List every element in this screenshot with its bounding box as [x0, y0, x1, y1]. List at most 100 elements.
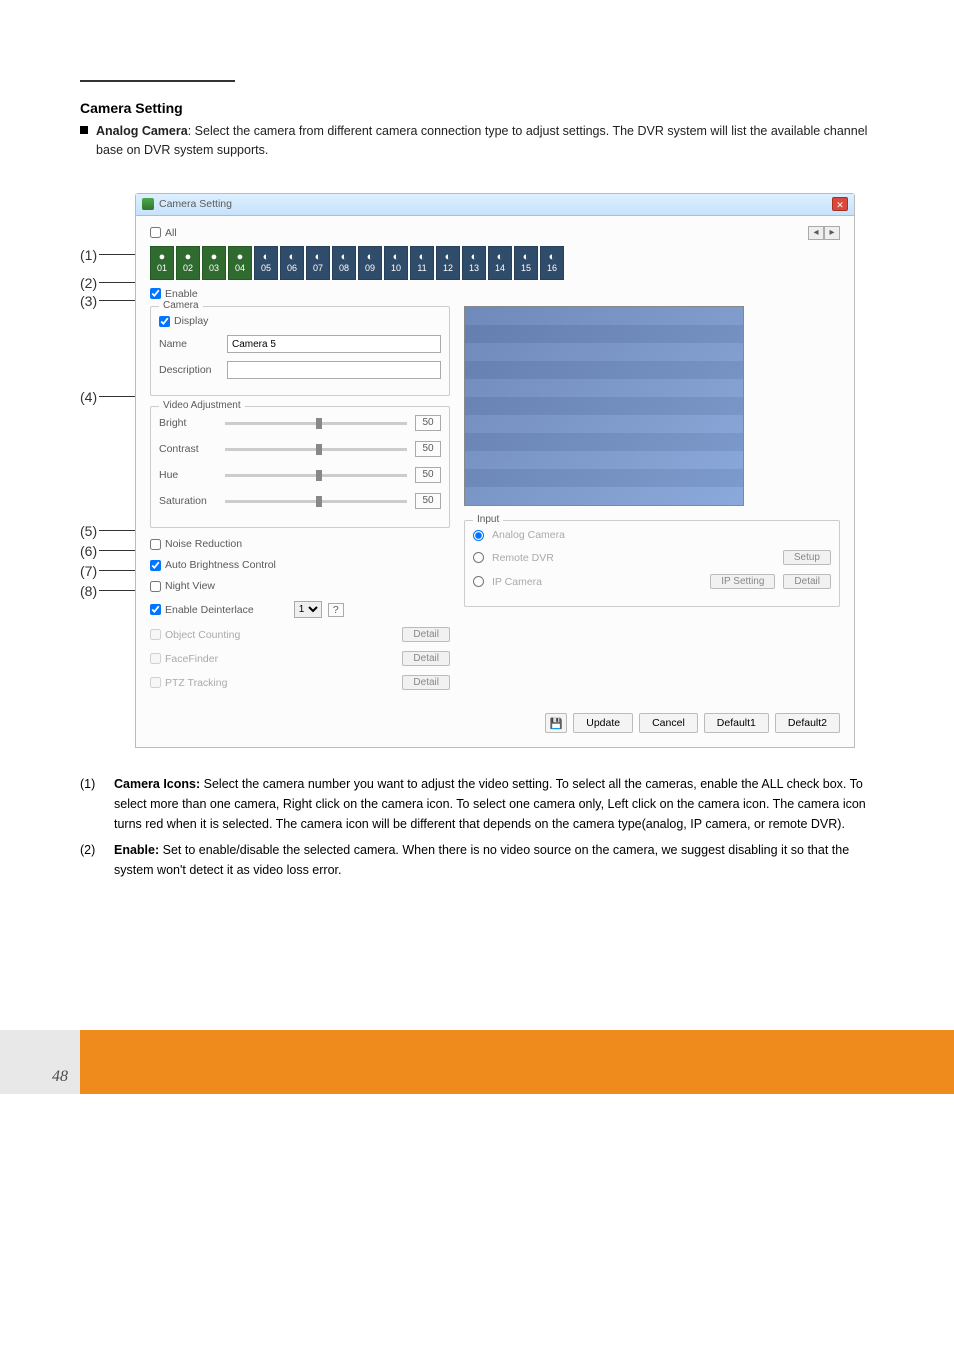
auto-brightness-checkbox[interactable]: Auto Brightness Control [150, 559, 276, 571]
facefinder-label: FaceFinder [165, 653, 218, 665]
camera-icon-04[interactable]: ●04 [228, 246, 252, 280]
callout-8: (8) [80, 583, 141, 599]
list-item-text: Select the camera number you want to adj… [114, 777, 866, 831]
ip-camera-label: IP Camera [492, 576, 542, 588]
slider-value: 50 [415, 467, 441, 483]
intro-bold: Analog Camera [96, 124, 188, 138]
list-item: (1) Camera Icons: Select the camera numbe… [80, 774, 874, 834]
scroll-arrows[interactable]: ◂ ▸ [808, 226, 840, 240]
camera-strip: ●01●02●03●04◐05◐06◐07◐08◐09◐10◐11◐12◐13◐… [150, 246, 840, 280]
camera-icon-09[interactable]: ◐09 [358, 246, 382, 280]
analog-camera-radio[interactable] [473, 530, 484, 541]
slider-row: Saturation50 [159, 493, 441, 509]
object-counting-checkbox[interactable]: Object Counting [150, 629, 240, 641]
list-item: (2) Enable: Set to enable/disable the sel… [80, 840, 874, 880]
camera-icon-03[interactable]: ●03 [202, 246, 226, 280]
camera-icon-14[interactable]: ◐14 [488, 246, 512, 280]
facefinder-detail-button[interactable]: Detail [402, 651, 450, 666]
name-field[interactable] [227, 335, 441, 353]
camera-icon-16[interactable]: ◐16 [540, 246, 564, 280]
slider-label: Hue [159, 469, 217, 481]
input-detail-button[interactable]: Detail [783, 574, 831, 589]
slider-row: Contrast50 [159, 441, 441, 457]
slider-label: Bright [159, 417, 217, 429]
camera-icon-05[interactable]: ◐05 [254, 246, 278, 280]
camera-setting-window: Camera Setting ✕ All ◂ ▸ ●01●02●03●04◐05… [135, 193, 855, 749]
slider-label: Contrast [159, 443, 217, 455]
camera-icon-15[interactable]: ◐15 [514, 246, 538, 280]
cancel-button[interactable]: Cancel [639, 713, 698, 733]
default2-button[interactable]: Default2 [775, 713, 840, 733]
ptz-tracking-label: PTZ Tracking [165, 677, 227, 689]
list-item-bold: Enable: [114, 843, 159, 857]
description-list: (1) Camera Icons: Select the camera numbe… [80, 774, 874, 880]
slider-track[interactable] [225, 422, 407, 425]
ip-setting-button[interactable]: IP Setting [710, 574, 775, 589]
bullet-icon [80, 126, 88, 134]
display-label: Display [174, 315, 208, 327]
help-icon[interactable]: ? [328, 603, 344, 617]
callout-3: (3) [80, 293, 141, 309]
slider-value: 50 [415, 493, 441, 509]
night-view-label: Night View [165, 580, 215, 592]
callout-1: (1) [80, 247, 141, 263]
callout-7: (7) [80, 563, 141, 579]
page-number: 48 [0, 1030, 80, 1094]
default1-button[interactable]: Default1 [704, 713, 769, 733]
camera-icon-01[interactable]: ●01 [150, 246, 174, 280]
update-button[interactable]: Update [573, 713, 633, 733]
camera-group: Camera Display Name Description [150, 306, 450, 396]
facefinder-checkbox[interactable]: FaceFinder [150, 653, 218, 665]
camera-icon-06[interactable]: ◐06 [280, 246, 304, 280]
night-view-checkbox[interactable]: Night View [150, 580, 215, 592]
display-checkbox[interactable]: Display [159, 315, 208, 327]
slider-value: 50 [415, 415, 441, 431]
intro-paragraph: Analog Camera: Select the camera from di… [96, 122, 874, 161]
all-checkbox[interactable]: All [150, 227, 177, 239]
slider-track[interactable] [225, 500, 407, 503]
ptz-tracking-checkbox[interactable]: PTZ Tracking [150, 677, 227, 689]
deinterlace-label: Enable Deinterlace [165, 604, 254, 616]
slider-row: Hue 50 [159, 467, 441, 483]
noise-reduction-label: Noise Reduction [165, 538, 242, 550]
slider-track[interactable] [225, 474, 407, 477]
list-number: (2) [80, 840, 106, 880]
remote-dvr-radio[interactable] [473, 552, 484, 563]
arrow-left-icon[interactable]: ◂ [808, 226, 824, 240]
camera-icon-08[interactable]: ◐08 [332, 246, 356, 280]
setup-button[interactable]: Setup [783, 550, 831, 565]
footer-stripe: 48 [0, 1030, 954, 1094]
titlebar: Camera Setting ✕ [136, 194, 854, 216]
camera-icon-13[interactable]: ◐13 [462, 246, 486, 280]
object-counting-detail-button[interactable]: Detail [402, 627, 450, 642]
list-number: (1) [80, 774, 106, 834]
auto-brightness-label: Auto Brightness Control [165, 559, 276, 571]
close-icon[interactable]: ✕ [832, 197, 848, 211]
camera-icon-02[interactable]: ●02 [176, 246, 200, 280]
list-item-bold: Camera Icons: [114, 777, 200, 791]
enable-checkbox[interactable]: Enable [150, 288, 198, 300]
callout-4: (4) [80, 389, 141, 405]
deinterlace-select[interactable]: 1 [294, 601, 322, 618]
description-field[interactable] [227, 361, 441, 379]
ip-camera-radio[interactable] [473, 576, 484, 587]
list-item-text: Set to enable/disable the selected camer… [114, 843, 849, 877]
noise-reduction-checkbox[interactable]: Noise Reduction [150, 538, 242, 550]
window-title: Camera Setting [159, 198, 232, 210]
input-group-title: Input [473, 514, 503, 525]
input-group: Input Analog Camera Remote DVR Setup [464, 520, 840, 607]
remote-dvr-label: Remote DVR [492, 552, 554, 564]
video-adjustment-group: Video Adjustment Bright50Contrast50Hue50… [150, 406, 450, 528]
description-label: Description [159, 364, 223, 376]
ptz-tracking-detail-button[interactable]: Detail [402, 675, 450, 690]
slider-row: Bright 50 [159, 415, 441, 431]
deinterlace-checkbox[interactable]: Enable Deinterlace [150, 604, 254, 616]
camera-icon-11[interactable]: ◐11 [410, 246, 434, 280]
save-icon[interactable]: 💾 [545, 713, 567, 733]
camera-icon-07[interactable]: ◐07 [306, 246, 330, 280]
enable-label: Enable [165, 288, 198, 300]
camera-icon-12[interactable]: ◐12 [436, 246, 460, 280]
slider-track[interactable] [225, 448, 407, 451]
camera-icon-10[interactable]: ◐10 [384, 246, 408, 280]
arrow-right-icon[interactable]: ▸ [824, 226, 840, 240]
